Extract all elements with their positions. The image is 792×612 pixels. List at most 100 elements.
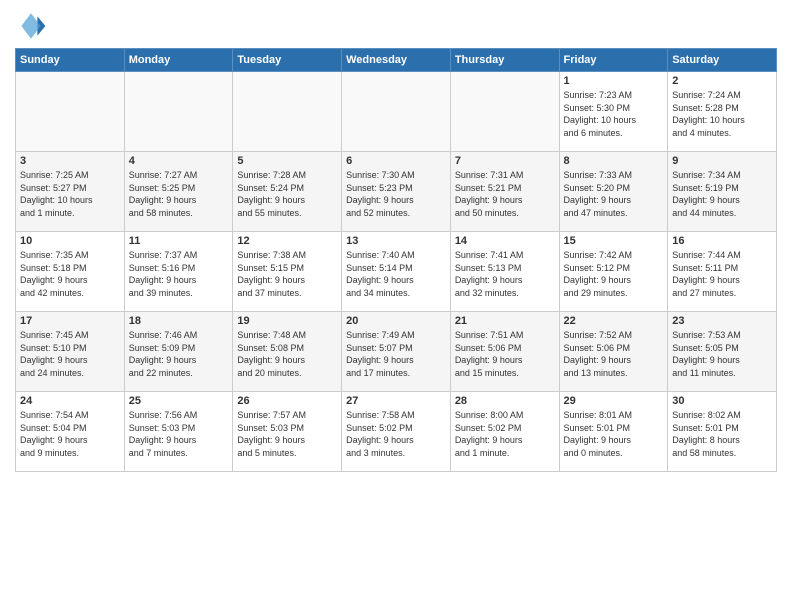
calendar-cell <box>342 72 451 152</box>
day-number: 26 <box>237 395 337 407</box>
calendar-cell: 16Sunrise: 7:44 AM Sunset: 5:11 PM Dayli… <box>668 232 777 312</box>
day-number: 18 <box>129 315 229 327</box>
day-detail: Sunrise: 7:51 AM Sunset: 5:06 PM Dayligh… <box>455 329 555 379</box>
calendar-week-row: 3Sunrise: 7:25 AM Sunset: 5:27 PM Daylig… <box>16 152 777 232</box>
day-number: 21 <box>455 315 555 327</box>
day-number: 1 <box>564 75 664 87</box>
calendar-cell: 24 Sunrise: 7:54 AM Sunset: 5:04 PM Dayli… <box>16 392 125 472</box>
day-number: 29 <box>564 395 664 407</box>
calendar-cell <box>233 72 342 152</box>
day-number: 30 <box>672 395 772 407</box>
calendar-week-row: 10 Sunrise: 7:35 AM Sunset: 5:18 PM Dayli… <box>16 232 777 312</box>
calendar-day-header: Tuesday <box>233 49 342 72</box>
logo-icon <box>15 10 47 42</box>
calendar-cell: 7 Sunrise: 7:31 AM Sunset: 5:21 PM Daylig… <box>450 152 559 232</box>
day-number: 23 <box>672 315 772 327</box>
day-number: 22 <box>564 315 664 327</box>
day-number: 25 <box>129 395 229 407</box>
calendar-day-header: Sunday <box>16 49 125 72</box>
day-detail: Sunrise: 7:27 AM Sunset: 5:25 PM Dayligh… <box>129 169 229 219</box>
calendar-cell: 21 Sunrise: 7:51 AM Sunset: 5:06 PM Dayli… <box>450 312 559 392</box>
day-detail: Sunrise: 7:46 AM Sunset: 5:09 PM Dayligh… <box>129 329 229 379</box>
calendar-cell <box>16 72 125 152</box>
day-detail: Sunrise: 7:31 AM Sunset: 5:21 PM Dayligh… <box>455 169 555 219</box>
calendar-header-row: SundayMondayTuesdayWednesdayThursdayFrid… <box>16 49 777 72</box>
day-number: 4 <box>129 155 229 167</box>
calendar-cell: 23 Sunrise: 7:53 AM Sunset: 5:05 PM Dayli… <box>668 312 777 392</box>
day-detail: Sunrise: 7:57 AM Sunset: 5:03 PM Dayligh… <box>237 409 337 459</box>
day-number: 7 <box>455 155 555 167</box>
calendar-table: SundayMondayTuesdayWednesdayThursdayFrid… <box>15 48 777 472</box>
calendar-cell: 8Sunrise: 7:33 AM Sunset: 5:20 PM Daylig… <box>559 152 668 232</box>
day-number: 17 <box>20 315 120 327</box>
calendar-cell: 10 Sunrise: 7:35 AM Sunset: 5:18 PM Dayli… <box>16 232 125 312</box>
day-detail: Sunrise: 7:44 AM Sunset: 5:11 PM Dayligh… <box>672 249 772 299</box>
day-number: 28 <box>455 395 555 407</box>
day-detail: Sunrise: 7:33 AM Sunset: 5:20 PM Dayligh… <box>564 169 664 219</box>
day-number: 13 <box>346 235 446 247</box>
calendar-cell: 12Sunrise: 7:38 AM Sunset: 5:15 PM Dayli… <box>233 232 342 312</box>
day-number: 2 <box>672 75 772 87</box>
day-detail: Sunrise: 7:30 AM Sunset: 5:23 PM Dayligh… <box>346 169 446 219</box>
calendar-cell: 9 Sunrise: 7:34 AM Sunset: 5:19 PM Daylig… <box>668 152 777 232</box>
day-detail: Sunrise: 7:48 AM Sunset: 5:08 PM Dayligh… <box>237 329 337 379</box>
day-detail: Sunrise: 7:35 AM Sunset: 5:18 PM Dayligh… <box>20 249 120 299</box>
calendar-day-header: Saturday <box>668 49 777 72</box>
day-detail: Sunrise: 7:49 AM Sunset: 5:07 PM Dayligh… <box>346 329 446 379</box>
day-number: 15 <box>564 235 664 247</box>
calendar-cell: 1 Sunrise: 7:23 AM Sunset: 5:30 PM Daylig… <box>559 72 668 152</box>
day-detail: Sunrise: 7:25 AM Sunset: 5:27 PM Dayligh… <box>20 169 120 219</box>
day-detail: Sunrise: 7:40 AM Sunset: 5:14 PM Dayligh… <box>346 249 446 299</box>
calendar-cell: 26 Sunrise: 7:57 AM Sunset: 5:03 PM Dayli… <box>233 392 342 472</box>
day-detail: Sunrise: 7:28 AM Sunset: 5:24 PM Dayligh… <box>237 169 337 219</box>
day-number: 24 <box>20 395 120 407</box>
page-container: SundayMondayTuesdayWednesdayThursdayFrid… <box>0 0 792 482</box>
day-detail: Sunrise: 7:34 AM Sunset: 5:19 PM Dayligh… <box>672 169 772 219</box>
calendar-cell: 28 Sunrise: 8:00 AM Sunset: 5:02 PM Dayli… <box>450 392 559 472</box>
day-detail: Sunrise: 7:53 AM Sunset: 5:05 PM Dayligh… <box>672 329 772 379</box>
calendar-cell: 18 Sunrise: 7:46 AM Sunset: 5:09 PM Dayli… <box>124 312 233 392</box>
calendar-cell: 5 Sunrise: 7:28 AM Sunset: 5:24 PM Daylig… <box>233 152 342 232</box>
calendar-cell: 19 Sunrise: 7:48 AM Sunset: 5:08 PM Dayli… <box>233 312 342 392</box>
calendar-cell: 22Sunrise: 7:52 AM Sunset: 5:06 PM Dayli… <box>559 312 668 392</box>
day-detail: Sunrise: 7:56 AM Sunset: 5:03 PM Dayligh… <box>129 409 229 459</box>
day-detail: Sunrise: 7:54 AM Sunset: 5:04 PM Dayligh… <box>20 409 120 459</box>
calendar-cell <box>450 72 559 152</box>
calendar-cell: 17 Sunrise: 7:45 AM Sunset: 5:10 PM Dayli… <box>16 312 125 392</box>
day-number: 6 <box>346 155 446 167</box>
day-detail: Sunrise: 7:42 AM Sunset: 5:12 PM Dayligh… <box>564 249 664 299</box>
day-detail: Sunrise: 7:58 AM Sunset: 5:02 PM Dayligh… <box>346 409 446 459</box>
calendar-cell: 20 Sunrise: 7:49 AM Sunset: 5:07 PM Dayli… <box>342 312 451 392</box>
day-detail: Sunrise: 8:01 AM Sunset: 5:01 PM Dayligh… <box>564 409 664 459</box>
day-detail: Sunrise: 8:02 AM Sunset: 5:01 PM Dayligh… <box>672 409 772 459</box>
calendar-cell: 30 Sunrise: 8:02 AM Sunset: 5:01 PM Dayli… <box>668 392 777 472</box>
day-number: 20 <box>346 315 446 327</box>
calendar-cell: 3Sunrise: 7:25 AM Sunset: 5:27 PM Daylig… <box>16 152 125 232</box>
day-number: 14 <box>455 235 555 247</box>
day-detail: Sunrise: 7:23 AM Sunset: 5:30 PM Dayligh… <box>564 89 664 139</box>
calendar-cell: 29 Sunrise: 8:01 AM Sunset: 5:01 PM Dayli… <box>559 392 668 472</box>
day-number: 27 <box>346 395 446 407</box>
calendar-week-row: 1 Sunrise: 7:23 AM Sunset: 5:30 PM Daylig… <box>16 72 777 152</box>
day-number: 10 <box>20 235 120 247</box>
calendar-cell: 2Sunrise: 7:24 AM Sunset: 5:28 PM Daylig… <box>668 72 777 152</box>
day-detail: Sunrise: 8:00 AM Sunset: 5:02 PM Dayligh… <box>455 409 555 459</box>
calendar-day-header: Monday <box>124 49 233 72</box>
calendar-cell: 4 Sunrise: 7:27 AM Sunset: 5:25 PM Daylig… <box>124 152 233 232</box>
day-number: 5 <box>237 155 337 167</box>
calendar-cell: 15 Sunrise: 7:42 AM Sunset: 5:12 PM Dayli… <box>559 232 668 312</box>
calendar-cell: 27 Sunrise: 7:58 AM Sunset: 5:02 PM Dayli… <box>342 392 451 472</box>
day-number: 11 <box>129 235 229 247</box>
calendar-week-row: 24 Sunrise: 7:54 AM Sunset: 5:04 PM Dayli… <box>16 392 777 472</box>
calendar-cell: 25 Sunrise: 7:56 AM Sunset: 5:03 PM Dayli… <box>124 392 233 472</box>
day-detail: Sunrise: 7:37 AM Sunset: 5:16 PM Dayligh… <box>129 249 229 299</box>
calendar-cell: 6 Sunrise: 7:30 AM Sunset: 5:23 PM Daylig… <box>342 152 451 232</box>
calendar-cell: 13 Sunrise: 7:40 AM Sunset: 5:14 PM Dayli… <box>342 232 451 312</box>
calendar-cell: 11 Sunrise: 7:37 AM Sunset: 5:16 PM Dayli… <box>124 232 233 312</box>
calendar-day-header: Friday <box>559 49 668 72</box>
day-number: 9 <box>672 155 772 167</box>
calendar-day-header: Thursday <box>450 49 559 72</box>
day-detail: Sunrise: 7:45 AM Sunset: 5:10 PM Dayligh… <box>20 329 120 379</box>
day-number: 19 <box>237 315 337 327</box>
calendar-cell <box>124 72 233 152</box>
